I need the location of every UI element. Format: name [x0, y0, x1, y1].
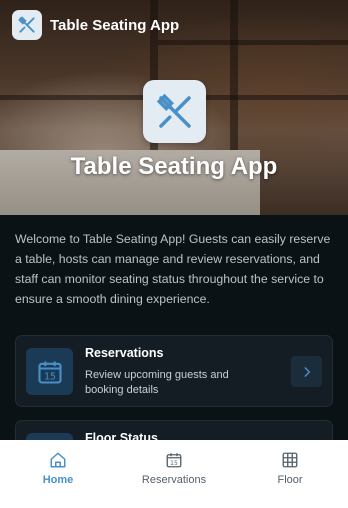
utensils-icon: [156, 93, 191, 128]
tab-label: Reservations: [141, 474, 207, 486]
welcome-text: Welcome to Table Seating App! Guests can…: [15, 232, 331, 306]
main-content: Welcome to Table Seating App! Guests can…: [0, 215, 348, 440]
reservations-card[interactable]: 15 Reservations Review upcoming guests a…: [15, 335, 333, 407]
home-icon: [50, 452, 66, 468]
bottom-tab-bar: Home 15 Reservations Floor: [0, 440, 348, 508]
floor-status-card[interactable]: Floor Status: [15, 420, 333, 440]
hero-logo: [143, 80, 206, 143]
app-title: Table Seating App: [50, 16, 180, 34]
calendar-icon: 15: [166, 453, 182, 468]
tab-home[interactable]: Home: [0, 440, 116, 508]
tab-label: Home: [42, 474, 74, 486]
card-title: Floor Status: [85, 431, 158, 440]
tab-floor[interactable]: Floor: [232, 440, 348, 508]
app-logo: [12, 10, 42, 40]
hero-title: Table Seating App: [70, 153, 278, 180]
grid-icon: [282, 452, 298, 468]
card-title: Reservations: [85, 346, 164, 360]
card-description: Review upcoming guests and booking detai…: [85, 369, 229, 396]
tab-label: Floor: [277, 474, 303, 486]
tab-reservations[interactable]: 15 Reservations: [116, 440, 232, 508]
chevron-right-icon[interactable]: [291, 356, 322, 387]
svg-text:15: 15: [170, 460, 178, 467]
calendar-icon: 15: [26, 348, 73, 395]
app-header: Table Seating App: [12, 10, 179, 40]
calendar-icon: [26, 433, 73, 440]
svg-text:15: 15: [44, 371, 56, 382]
utensils-icon: [18, 16, 35, 33]
